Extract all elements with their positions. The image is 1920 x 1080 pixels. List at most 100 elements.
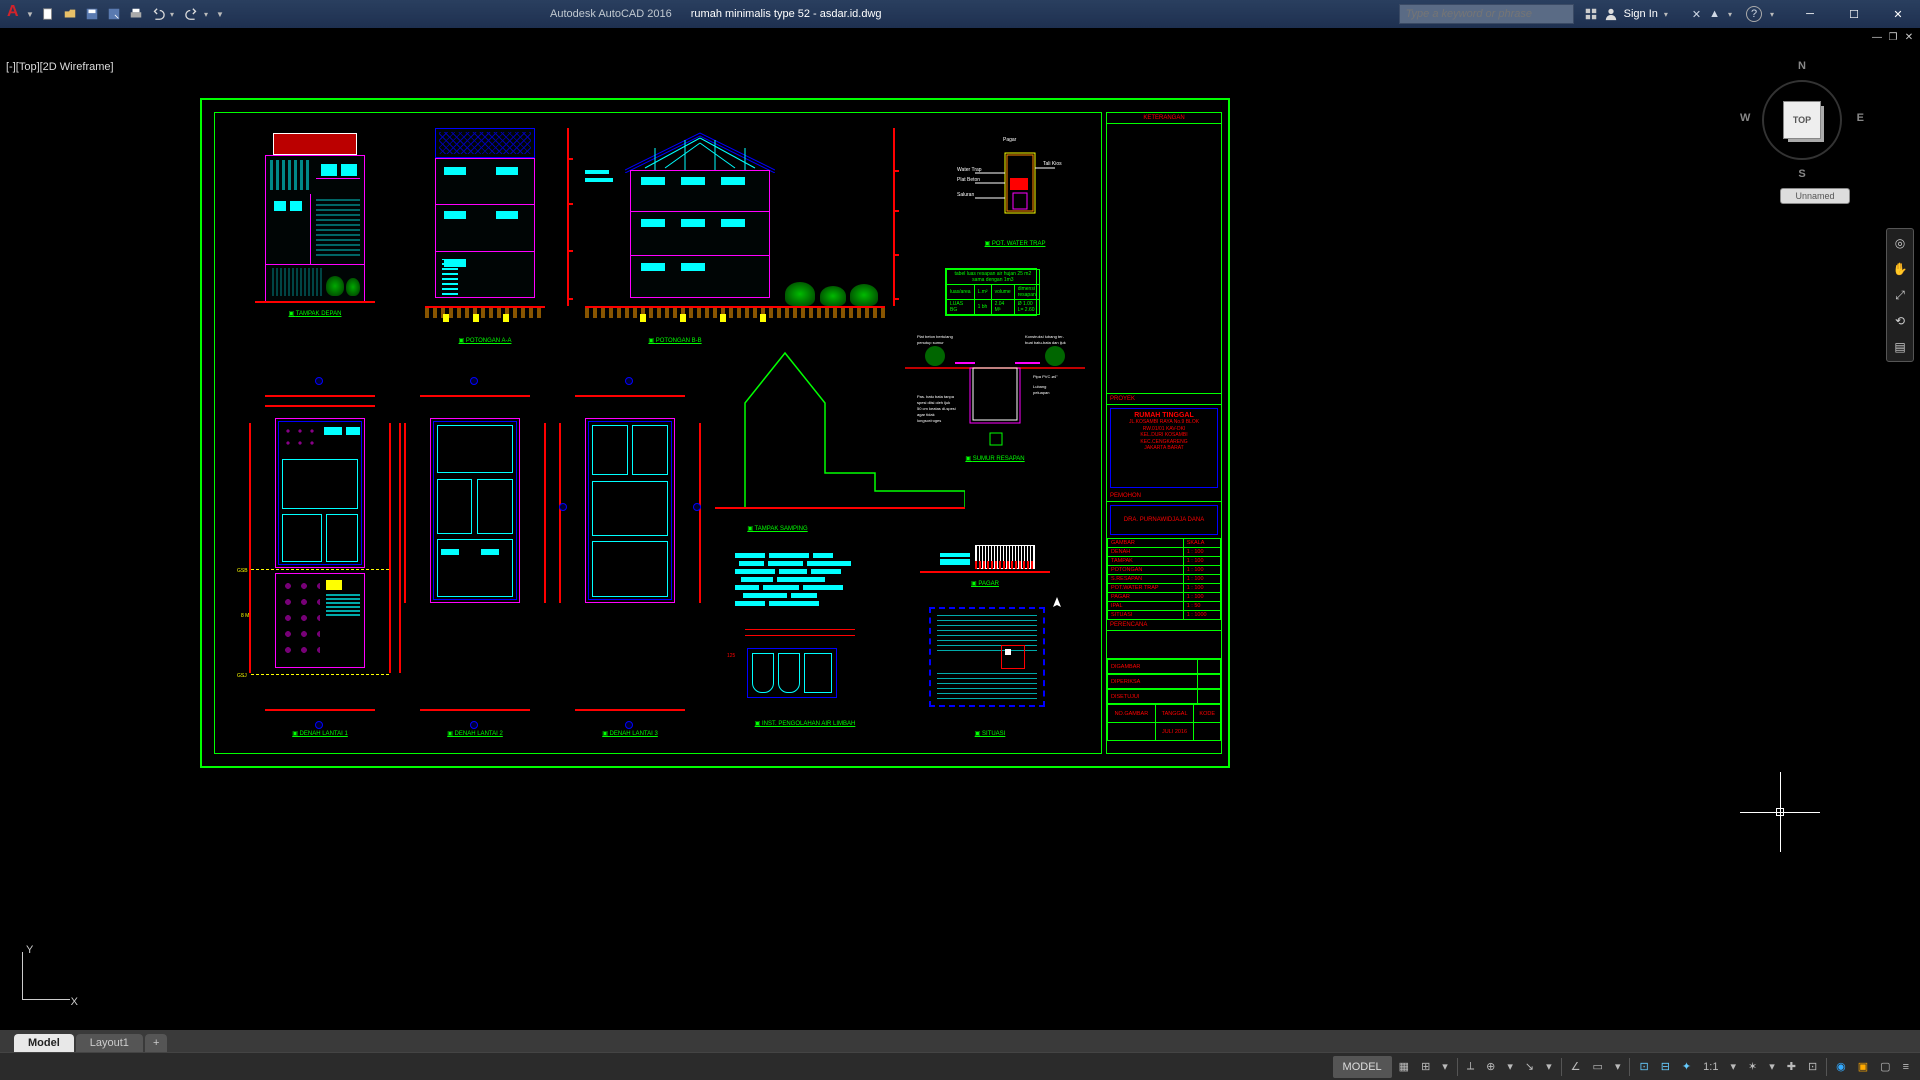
nav-wheel-icon[interactable]: ◎ — [1890, 233, 1910, 253]
svg-text:buat batu-bata dan ijuk: buat batu-bata dan ijuk — [1025, 340, 1066, 345]
signin-label: Sign In — [1624, 8, 1658, 20]
gear-icon[interactable]: ✶ — [1743, 1056, 1762, 1078]
tab-model[interactable]: Model — [14, 1034, 74, 1052]
label-water-trap: POT. WATER TRAP — [985, 240, 1046, 247]
svg-text:Water Trap: Water Trap — [957, 167, 982, 173]
tb-keterangan: KETERANGAN — [1107, 113, 1221, 124]
lineweight-icon[interactable]: ⊡ — [1634, 1056, 1653, 1078]
cleanscreen-icon[interactable]: ▢ — [1875, 1056, 1895, 1078]
customize-icon[interactable]: ≡ — [1898, 1056, 1914, 1078]
tab-add[interactable]: + — [145, 1034, 167, 1052]
crosshair-cursor — [1740, 772, 1820, 852]
osnap-icon[interactable]: ∠ — [1566, 1056, 1586, 1078]
gsj-label: GSJ — [237, 673, 247, 679]
new-icon[interactable] — [38, 4, 58, 24]
viewcube-ucs-menu[interactable]: Unnamed — [1780, 188, 1850, 204]
label-potongan-bb: POTONGAN B-B — [648, 337, 701, 344]
undo-dropdown[interactable]: ▾ — [170, 10, 180, 19]
ortho-icon[interactable]: ⟂ — [1462, 1056, 1479, 1078]
orbit-icon[interactable]: ⟲ — [1890, 311, 1910, 331]
septic-table: tabel luas resapan air hujan 25 m2 sama … — [945, 268, 1037, 316]
tb-perencana: PERENCANA — [1107, 620, 1221, 631]
help-icon[interactable]: ? — [1746, 6, 1762, 22]
view-potongan-aa: POTONGAN A-A — [425, 128, 545, 318]
signin-area[interactable]: Sign In ▾ — [1574, 7, 1684, 21]
a360-icon[interactable]: ▲ — [1709, 8, 1720, 20]
viewport-label[interactable]: [-][Top][2D Wireframe] — [6, 61, 114, 73]
status-modelspace[interactable]: MODEL — [1333, 1056, 1392, 1078]
redo-icon[interactable] — [182, 4, 202, 24]
label-situasi: SITUASI — [975, 730, 1006, 737]
vp-minimize[interactable]: — — [1870, 32, 1884, 46]
view-water-trap: Water Trap Plat Beton Tali Kios Saluran … — [955, 133, 1075, 233]
cycling-icon[interactable]: ✦ — [1677, 1056, 1696, 1078]
label-potongan-aa: POTONGAN A-A — [459, 337, 512, 344]
isodraft-icon[interactable]: ↘ — [1520, 1056, 1539, 1078]
annoscale-label[interactable]: 1:1 — [1698, 1056, 1723, 1078]
svg-text:peluapan: peluapan — [1033, 390, 1049, 395]
redo-dropdown[interactable]: ▾ — [204, 10, 214, 19]
view-situasi: SITUASI — [925, 603, 1055, 723]
window-title: Autodesk AutoCAD 2016 rumah minimalis ty… — [550, 8, 882, 20]
view-denah-3: DENAH LANTAI 3 — [565, 383, 695, 723]
maximize-button[interactable]: ☐ — [1832, 0, 1876, 28]
saveas-icon[interactable] — [104, 4, 124, 24]
minimize-button[interactable]: ─ — [1788, 0, 1832, 28]
transparency-icon[interactable]: ⊟ — [1656, 1056, 1675, 1078]
polar-icon[interactable]: ⊕ — [1481, 1056, 1500, 1078]
viewcube-w[interactable]: W — [1740, 112, 1750, 124]
exchange-icon[interactable]: ✕ — [1692, 8, 1701, 21]
snap-dropdown[interactable]: ▾ — [1437, 1056, 1453, 1078]
app-name: Autodesk AutoCAD 2016 — [550, 8, 672, 20]
drawing-inner-frame: TAMPAK DEPAN — [214, 112, 1102, 754]
tab-layout1[interactable]: Layout1 — [76, 1034, 143, 1052]
window-controls: ─ ☐ ✕ — [1788, 0, 1920, 28]
svg-text:Plat beton bertulang: Plat beton bertulang — [917, 334, 953, 339]
hardware-icon[interactable]: ◉ — [1831, 1056, 1851, 1078]
undo-icon[interactable] — [148, 4, 168, 24]
ucs-icon: YX — [14, 948, 74, 1008]
pan-icon[interactable]: ✋ — [1890, 259, 1910, 279]
svg-text:Lubang: Lubang — [1033, 384, 1046, 389]
isolate-icon[interactable]: ▣ — [1853, 1056, 1873, 1078]
status-bar: MODEL ▦ ⊞ ▾ ⟂ ⊕▾ ↘▾ ∠ ▭▾ ⊡ ⊟ ✦ 1:1▾ ✶▾ ✚… — [0, 1052, 1920, 1080]
tb-drawing-list: GAMBARSKALA DENAH1 : 100 TAMPAK1 : 100 P… — [1107, 538, 1221, 620]
user-icon — [1604, 7, 1618, 21]
annomonitor-icon[interactable]: ⊡ — [1803, 1056, 1822, 1078]
snap-icon[interactable]: ⊞ — [1416, 1056, 1435, 1078]
svg-text:Pagar: Pagar — [1003, 137, 1017, 143]
close-button[interactable]: ✕ — [1876, 0, 1920, 28]
print-icon[interactable] — [126, 4, 146, 24]
svg-text:Plat Beton: Plat Beton — [957, 177, 980, 183]
label-tampak-depan: TAMPAK DEPAN — [289, 310, 342, 317]
viewport-window-controls: — ❐ ✕ — [1870, 32, 1916, 46]
app-menu-arrow[interactable]: ▼ — [26, 10, 36, 19]
infocenter-icons: ✕ ▲▾ ?▾ — [1684, 6, 1788, 22]
label-denah-1: DENAH LANTAI 1 — [292, 730, 348, 737]
viewcube-s[interactable]: S — [1742, 168, 1862, 180]
drawing-canvas[interactable]: [-][Top][2D Wireframe] — ❐ ✕ TOP N S W E… — [0, 28, 1920, 1052]
viewcube-e[interactable]: E — [1857, 112, 1864, 124]
viewcube[interactable]: TOP N S W E — [1742, 60, 1862, 180]
grid-icon[interactable]: ▦ — [1394, 1056, 1414, 1078]
view-denah-2: DENAH LANTAI 2 — [410, 383, 540, 723]
vp-maximize[interactable]: ❐ — [1886, 32, 1900, 46]
showmotion-icon[interactable]: ▤ — [1890, 337, 1910, 357]
viewcube-top-face[interactable]: TOP — [1784, 102, 1820, 138]
quick-access-toolbar: ▼ ▾ ▾ ▼ — [0, 4, 230, 24]
svg-text:Konstruksi lubang ter-: Konstruksi lubang ter- — [1025, 334, 1065, 339]
label-denah-2: DENAH LANTAI 2 — [447, 730, 503, 737]
drawing-sheet: TAMPAK DEPAN — [200, 98, 1230, 768]
workspace-icon[interactable]: ✚ — [1782, 1056, 1801, 1078]
viewcube-n[interactable]: N — [1742, 60, 1862, 72]
zoom-extents-icon[interactable]: ⤢ — [1890, 285, 1910, 305]
view-pagar: PAGAR — [920, 513, 1050, 573]
signin-dropdown[interactable]: ▾ — [1664, 10, 1674, 19]
app-logo[interactable] — [4, 4, 24, 24]
qat-customize[interactable]: ▼ — [216, 10, 226, 19]
infocenter-search[interactable] — [1399, 4, 1574, 24]
save-icon[interactable] — [82, 4, 102, 24]
open-icon[interactable] — [60, 4, 80, 24]
vp-close[interactable]: ✕ — [1902, 32, 1916, 46]
osnap3d-icon[interactable]: ▭ — [1588, 1056, 1608, 1078]
